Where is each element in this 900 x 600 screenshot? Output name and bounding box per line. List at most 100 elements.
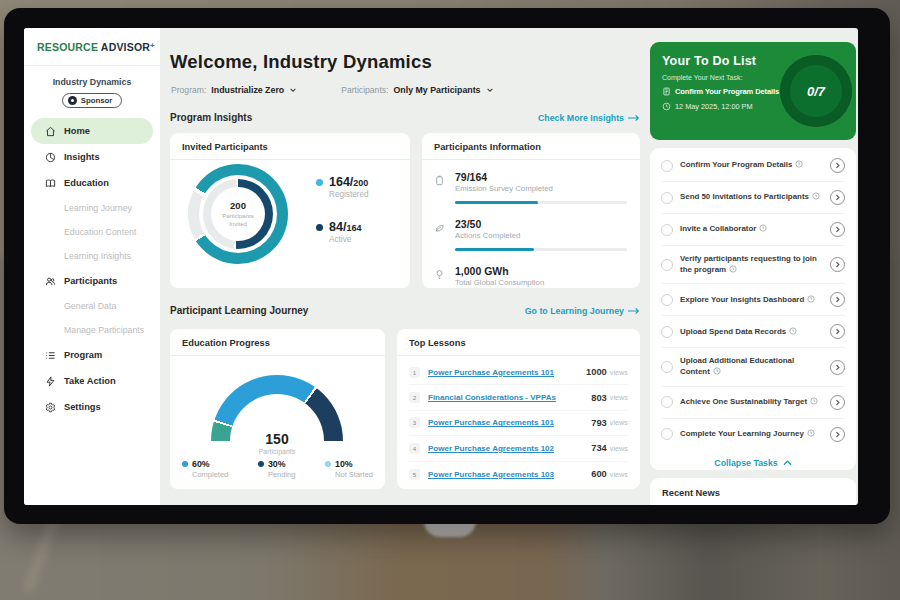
todo-item-achieve-one-sustainability-target[interactable]: Achieve One Sustainability Target: [661, 387, 845, 419]
program-filter[interactable]: Program: Industrialize Zero: [171, 85, 297, 95]
info-label: Emission Survey Completed: [455, 184, 628, 193]
survey-icon: [434, 171, 446, 204]
todo-checkbox[interactable]: [661, 361, 673, 373]
gauge-count: 150: [211, 431, 343, 447]
todo-item-chevron-button[interactable]: [830, 257, 845, 272]
gauge-legend: 60% Completed30% Pending10% Not Started: [182, 459, 373, 479]
info-row-total-global-consumption: 1,000 GWh Total Global Consumption: [434, 265, 628, 287]
sidebar-item-insights[interactable]: Insights: [31, 144, 153, 170]
legend-label: Pending: [268, 470, 296, 479]
check-more-insights-link[interactable]: Check More Insights: [538, 113, 640, 123]
lesson-rank: 4: [409, 443, 420, 454]
lesson-row-5: 5 Power Purchase Agreements 103 600 view…: [409, 462, 628, 487]
go-to-learning-journey-link[interactable]: Go to Learning Journey: [525, 306, 640, 316]
settings-icon: [45, 402, 56, 413]
todo-item-chevron-button[interactable]: [830, 427, 845, 442]
sidebar-item-education[interactable]: Education: [31, 170, 153, 196]
program-filter-label: Program:: [171, 85, 206, 95]
todo-item-verify-participants-requesting-to-join-the-program[interactable]: Verify participants requesting to join t…: [661, 246, 845, 284]
lesson-row-3: 3 Power Purchase Agreements 101 793 view…: [409, 411, 628, 436]
todo-item-send-50-invitations-to-participants[interactable]: Send 50 Invitations to Participants: [661, 182, 845, 214]
lesson-views-suffix: views: [610, 444, 628, 453]
invited-participants-title: Invited Participants: [170, 133, 410, 160]
collapse-tasks-label: Collapse Tasks: [714, 458, 777, 468]
education-progress-title: Education Progress: [170, 329, 385, 356]
top-lessons-rows: 1 Power Purchase Agreements 101 1000 vie…: [397, 356, 640, 487]
clock-icon: [807, 295, 815, 303]
legend-dot: [316, 179, 323, 186]
donut-legend: 164/200 Registered 84/164 Active: [316, 175, 369, 244]
right-panel: Your To Do List Complete Your Next Task:…: [650, 28, 856, 505]
lesson-rank: 1: [409, 367, 420, 378]
lesson-row-1: 1 Power Purchase Agreements 101 1000 vie…: [409, 360, 628, 385]
legend-value: 164/200: [329, 175, 369, 189]
lesson-views-suffix: views: [610, 470, 628, 479]
todo-list-card: Confirm Your Program Details Send 50 Inv…: [650, 148, 856, 470]
program-icon: [45, 350, 56, 361]
sidebar-item-label: Settings: [64, 402, 101, 412]
go-to-learning-journey-label: Go to Learning Journey: [525, 306, 624, 316]
todo-checkbox[interactable]: [661, 294, 673, 306]
sponsor-icon: [68, 96, 77, 105]
org-name: Industry Dynamics: [24, 77, 160, 87]
todo-item-chevron-button[interactable]: [830, 395, 845, 410]
chevron-up-icon: [783, 460, 792, 466]
todo-checkbox[interactable]: [661, 224, 673, 236]
sidebar-item-learning-insights[interactable]: Learning Insights: [24, 244, 160, 268]
sidebar-item-home[interactable]: Home: [31, 118, 153, 144]
program-insights-title: Program Insights: [170, 112, 252, 123]
program-filter-value: Industrialize Zero: [211, 85, 284, 95]
todo-item-upload-spend-data-records[interactable]: Upload Spend Data Records: [661, 316, 845, 348]
todo-item-upload-additional-educational-content[interactable]: Upload Additional Educational Content: [661, 348, 845, 386]
todo-item-explore-your-insights-dashboard[interactable]: Explore Your Insights Dashboard: [661, 284, 845, 316]
sidebar-item-education-content[interactable]: Education Content: [24, 220, 160, 244]
clock-icon: [789, 327, 797, 335]
todo-item-chevron-button[interactable]: [830, 292, 845, 307]
lesson-link[interactable]: Financial Considerations - VPPAs: [428, 393, 591, 402]
todo-item-chevron-button[interactable]: [830, 190, 845, 205]
sponsor-badge[interactable]: Sponsor: [62, 93, 123, 108]
todo-item-confirm-your-program-details[interactable]: Confirm Your Program Details: [661, 150, 845, 182]
todo-item-chevron-button[interactable]: [830, 158, 845, 173]
participants-information-title: Participants Information: [422, 133, 640, 160]
todo-checkbox[interactable]: [661, 396, 673, 408]
legend-dot: [182, 461, 188, 467]
todo-progress-circle: 0/7: [780, 55, 852, 127]
todo-item-chevron-button[interactable]: [830, 324, 845, 339]
sidebar-item-learning-journey[interactable]: Learning Journey: [24, 196, 160, 220]
lesson-views-count: 803: [591, 393, 607, 403]
lesson-link[interactable]: Power Purchase Agreements 101: [428, 418, 591, 427]
sidebar-item-participants[interactable]: Participants: [31, 268, 153, 294]
lesson-link[interactable]: Power Purchase Agreements 103: [428, 470, 591, 479]
participants-information-card: Participants Information 79/164 Emission…: [422, 133, 640, 288]
info-value: 1,000 GWh: [455, 265, 628, 277]
todo-checkbox[interactable]: [661, 428, 673, 440]
education-icon: [45, 178, 56, 189]
participants-info-rows: 79/164 Emission Survey Completed 23/50 A…: [422, 160, 640, 287]
lesson-rank: 2: [409, 392, 420, 403]
todo-item-label: Upload Additional Educational Content: [680, 356, 830, 377]
todo-item-chevron-button[interactable]: [830, 222, 845, 237]
todo-item-complete-your-learning-journey[interactable]: Complete Your Learning Journey: [661, 419, 845, 450]
invited-count-label: Participants Invited: [219, 213, 257, 228]
todo-checkbox[interactable]: [661, 192, 673, 204]
todo-checkbox[interactable]: [661, 326, 673, 338]
todo-item-invite-a-collaborator[interactable]: Invite a Collaborator: [661, 214, 845, 246]
sidebar-item-settings[interactable]: Settings: [31, 394, 153, 420]
lesson-link[interactable]: Power Purchase Agreements 102: [428, 444, 591, 453]
sidebar-item-program[interactable]: Program: [31, 342, 153, 368]
sidebar-item-manage-participants[interactable]: Manage Participants: [24, 318, 160, 342]
lesson-views-suffix: views: [610, 368, 628, 377]
participants-icon: [45, 276, 56, 287]
sidebar-item-general-data[interactable]: General Data: [24, 294, 160, 318]
todo-item-chevron-button[interactable]: [830, 360, 845, 375]
todo-checkbox[interactable]: [661, 160, 673, 172]
clock-icon: [807, 429, 815, 437]
participants-filter[interactable]: Participants: Only My Participants: [341, 85, 493, 95]
collapse-tasks-link[interactable]: Collapse Tasks: [661, 450, 845, 474]
todo-checkbox[interactable]: [661, 259, 673, 271]
sidebar-item-take-action[interactable]: Take Action: [31, 368, 153, 394]
lesson-link[interactable]: Power Purchase Agreements 101: [428, 368, 586, 377]
legend-label: Active: [329, 235, 361, 244]
clock-icon: [795, 160, 803, 168]
